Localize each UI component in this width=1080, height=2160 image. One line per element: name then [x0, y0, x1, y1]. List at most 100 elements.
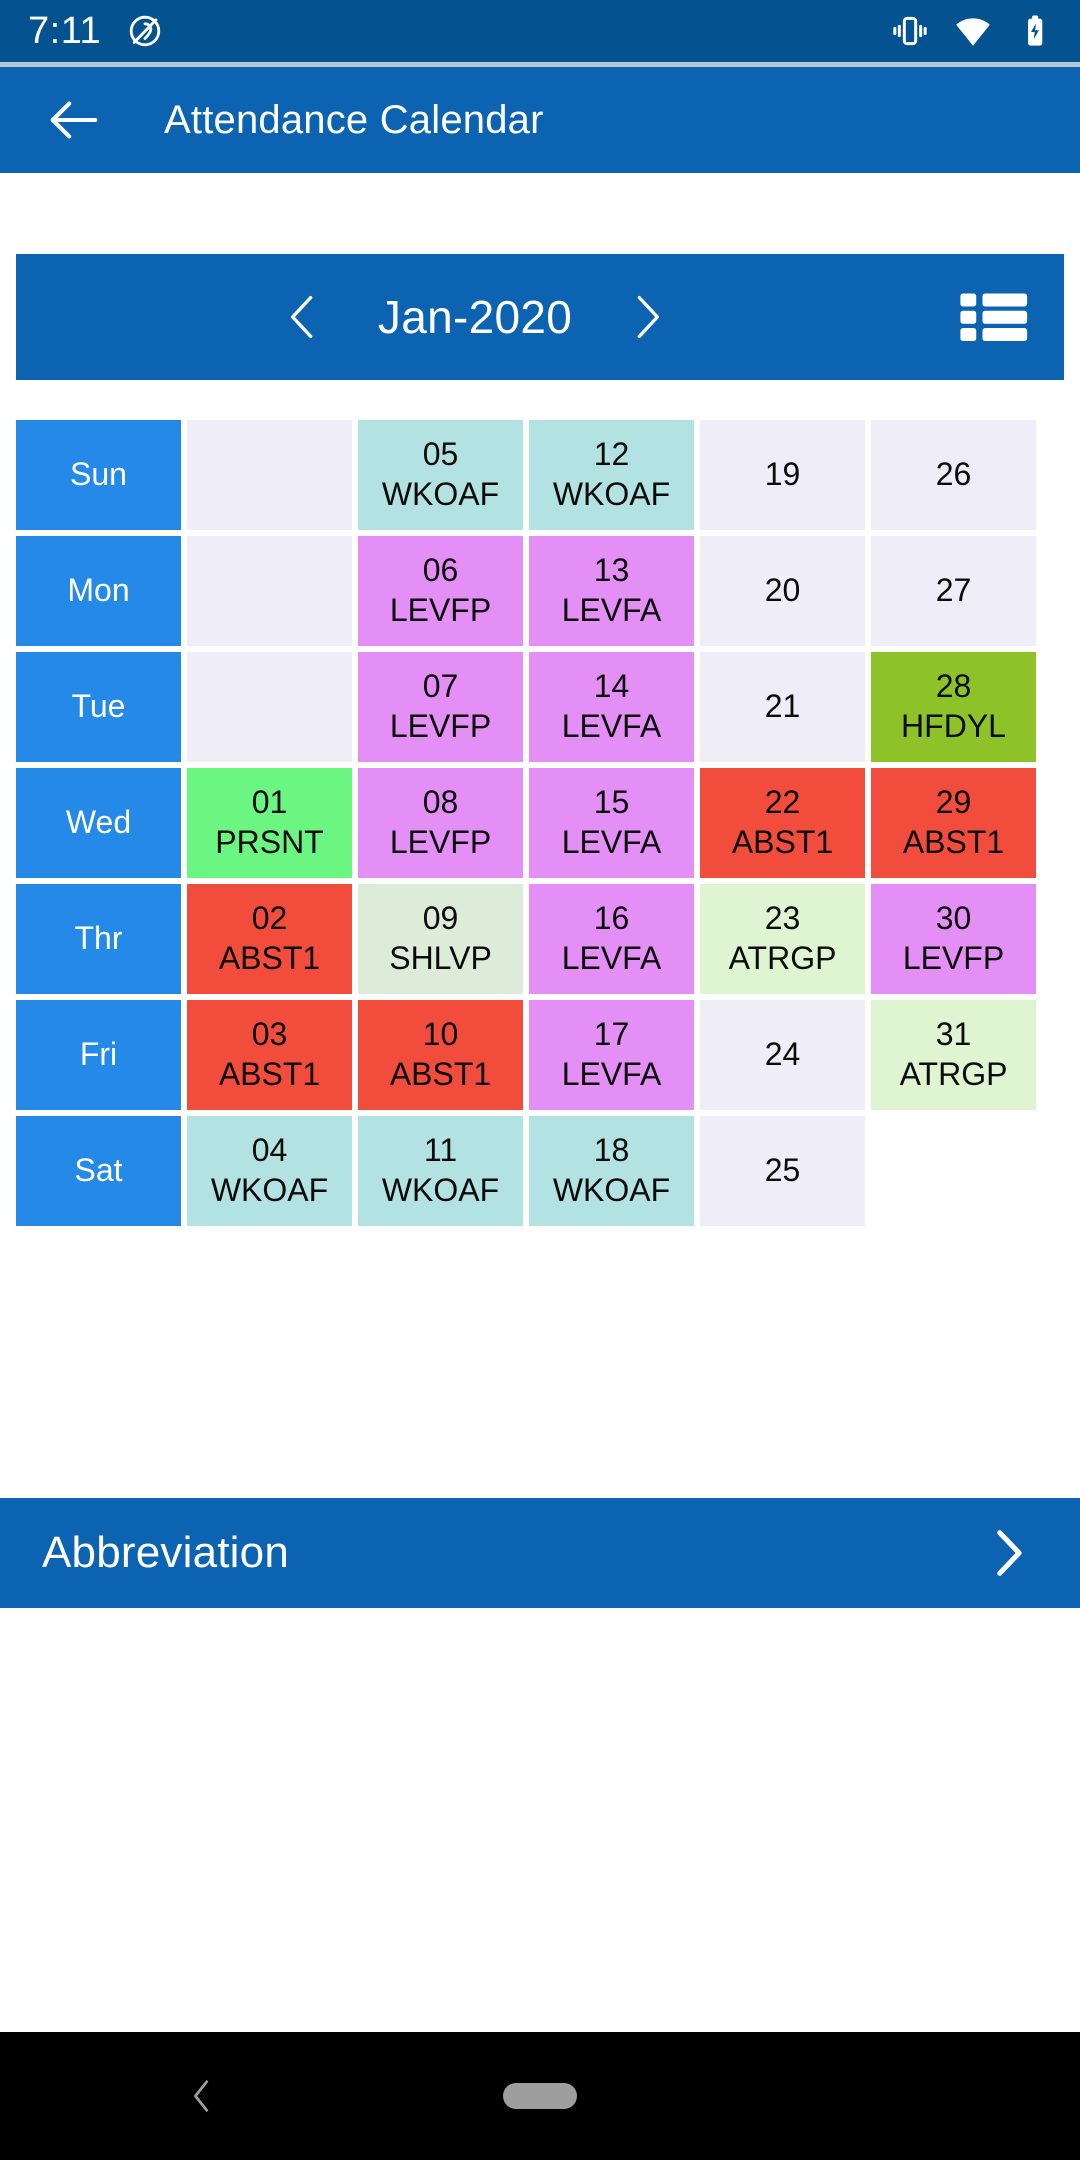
month-navigation-bar: Jan-2020 [16, 254, 1064, 380]
calendar-cell[interactable]: 20 [700, 536, 865, 646]
wifi-icon [952, 10, 994, 52]
day-label-sun: Sun [16, 420, 181, 530]
status-bar-clock: 7:11 [28, 10, 102, 52]
status-bar-right-icons [890, 10, 1054, 52]
calendar-cell[interactable]: 24 [700, 1000, 865, 1110]
calendar-cell[interactable]: 26 [871, 420, 1036, 530]
calendar-cell-status-code: LEVFP [902, 940, 1005, 976]
month-nav-group: Jan-2020 [16, 275, 934, 359]
calendar-cell[interactable]: 01 PRSNT [187, 768, 352, 878]
calendar-cell-status-code: PRSNT [215, 824, 324, 860]
calendar-cell[interactable]: 22 ABST1 [700, 768, 865, 878]
calendar-cell-status-code: ATRGP [899, 1056, 1008, 1092]
calendar-cell-status-code: ABST1 [902, 824, 1005, 860]
calendar-cell[interactable]: 08 LEVFP [358, 768, 523, 878]
abbreviation-expand-button[interactable] [978, 1523, 1038, 1583]
calendar-cell[interactable]: 15 LEVFA [529, 768, 694, 878]
calendar-cell-date: 06 [422, 552, 459, 589]
calendar-cell-date: 28 [935, 668, 972, 705]
calendar-cell[interactable]: 04 WKOAF [187, 1116, 352, 1226]
calendar-cell-status-code: LEVFP [389, 592, 492, 628]
chevron-right-icon [979, 1524, 1037, 1582]
calendar-cell[interactable]: 17 LEVFA [529, 1000, 694, 1110]
calendar-cell-status-code: WKOAF [381, 476, 500, 512]
calendar-cell[interactable]: 11 WKOAF [358, 1116, 523, 1226]
location-off-icon [127, 13, 163, 49]
app-bar: Attendance Calendar [0, 67, 1080, 173]
calendar-cell[interactable]: 07 LEVFP [358, 652, 523, 762]
day-label-tue: Tue [16, 652, 181, 762]
status-bar-left-icons [127, 13, 163, 49]
calendar-cell[interactable]: 21 [700, 652, 865, 762]
calendar-cell-date: 05 [422, 436, 459, 473]
system-navigation-bar [0, 2032, 1080, 2160]
calendar-cell-date: 15 [593, 784, 630, 821]
calendar-cell[interactable]: 29 ABST1 [871, 768, 1036, 878]
calendar-cell-status-code: LEVFA [561, 592, 662, 628]
calendar-cell[interactable]: 03 ABST1 [187, 1000, 352, 1110]
calendar-cell[interactable]: 16 LEVFA [529, 884, 694, 994]
abbreviation-bar[interactable]: Abbreviation [0, 1498, 1080, 1608]
calendar-cell[interactable]: 09 SHLVP [358, 884, 523, 994]
calendar-cell[interactable]: 12 WKOAF [529, 420, 694, 530]
calendar-cell-date: 17 [593, 1016, 630, 1053]
calendar-cell-blank [871, 1116, 1036, 1226]
calendar-cell[interactable]: 14 LEVFA [529, 652, 694, 762]
calendar-cell-status-code: LEVFA [561, 1056, 662, 1092]
calendar-cell[interactable] [187, 536, 352, 646]
previous-month-button[interactable] [261, 275, 345, 359]
calendar-cell-date: 11 [423, 1132, 458, 1169]
calendar-cell-status-code: WKOAF [210, 1172, 329, 1208]
calendar-cell[interactable]: 02 ABST1 [187, 884, 352, 994]
calendar-cell-status-code: SHLVP [389, 940, 492, 976]
calendar-cell-date: 04 [251, 1132, 288, 1169]
calendar-cell-date: 27 [935, 572, 972, 609]
system-back-button[interactable] [178, 2072, 226, 2120]
calendar-cell[interactable]: 28 HFDYL [871, 652, 1036, 762]
calendar-cell[interactable]: 05 WKOAF [358, 420, 523, 530]
day-label-fri: Fri [16, 1000, 181, 1110]
calendar-cell-date: 08 [422, 784, 459, 821]
calendar-cell-date: 24 [764, 1036, 801, 1073]
calendar-cell[interactable]: 19 [700, 420, 865, 530]
vibrate-icon [890, 11, 930, 51]
next-month-button[interactable] [605, 275, 689, 359]
calendar-cell[interactable] [187, 652, 352, 762]
calendar-cell-status-code: HFDYL [901, 708, 1006, 744]
calendar-cell[interactable]: 18 WKOAF [529, 1116, 694, 1226]
calendar-cell[interactable]: 27 [871, 536, 1036, 646]
calendar-cell-status-code: ABST1 [218, 940, 321, 976]
calendar-cell-date: 16 [593, 900, 630, 937]
list-view-button[interactable] [934, 287, 1054, 347]
calendar-cell-date: 09 [422, 900, 459, 937]
calendar-cell-date: 14 [593, 668, 630, 705]
arrow-left-icon [46, 91, 104, 149]
calendar-cell[interactable]: 10 ABST1 [358, 1000, 523, 1110]
calendar-cell-date: 02 [251, 900, 288, 937]
calendar-cell[interactable]: 06 LEVFP [358, 536, 523, 646]
screen-root: 7:11 Attendance Calendar Jan-2020 Sun 05… [0, 0, 1080, 2160]
status-bar: 7:11 [0, 0, 1080, 62]
calendar-cell-status-code: ABST1 [218, 1056, 321, 1092]
current-month-label: Jan-2020 [377, 291, 573, 343]
calendar-cell-status-code: LEVFA [561, 824, 662, 860]
calendar-cell-status-code: ABST1 [389, 1056, 492, 1092]
calendar-cell[interactable]: 25 [700, 1116, 865, 1226]
calendar-cell[interactable]: 23 ATRGP [700, 884, 865, 994]
calendar-cell[interactable]: 13 LEVFA [529, 536, 694, 646]
calendar-cell-date: 07 [422, 668, 459, 705]
home-gesture-pill[interactable] [503, 2083, 577, 2109]
back-button[interactable] [46, 91, 104, 149]
calendar-cell[interactable]: 30 LEVFP [871, 884, 1036, 994]
calendar-cell[interactable] [187, 420, 352, 530]
calendar-cell[interactable]: 31 ATRGP [871, 1000, 1036, 1110]
calendar-cell-status-code: LEVFP [389, 824, 492, 860]
day-label-sat: Sat [16, 1116, 181, 1226]
calendar-cell-status-code: LEVFP [389, 708, 492, 744]
list-view-icon [958, 287, 1030, 347]
day-label-mon: Mon [16, 536, 181, 646]
calendar-cell-date: 12 [593, 436, 630, 473]
chevron-left-icon [276, 290, 330, 344]
day-label-wed: Wed [16, 768, 181, 878]
abbreviation-label: Abbreviation [42, 1528, 289, 1577]
